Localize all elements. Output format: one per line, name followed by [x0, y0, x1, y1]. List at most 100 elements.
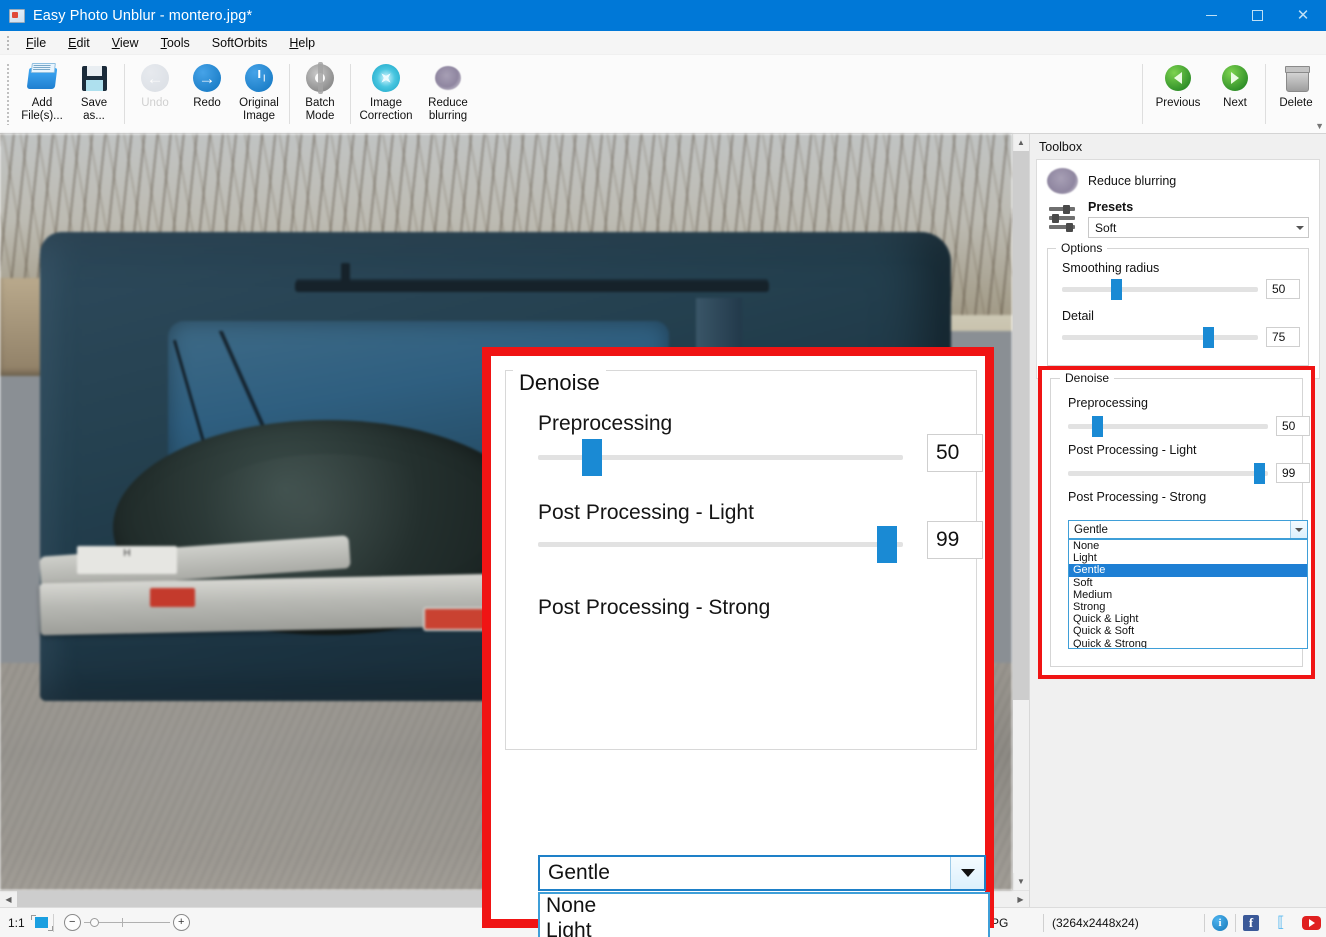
list-item[interactable]: None — [1069, 540, 1307, 552]
magnifier-strong-combobox[interactable]: Gentle — [538, 855, 986, 891]
toolbox-panel: Toolbox Reduce blurring Presets Soft — [1029, 134, 1326, 907]
list-item[interactable]: Quick & Light — [1069, 613, 1307, 625]
add-files-label: Add File(s)... — [21, 97, 63, 123]
denoise-post-light-slider[interactable] — [1068, 471, 1268, 476]
toolbar-separator-3 — [350, 64, 351, 124]
toolbar-group-navigation: Previous Next Delete — [1138, 55, 1322, 133]
denoise-strong-value: Gentle — [1069, 524, 1108, 536]
list-item[interactable]: Light — [1069, 552, 1307, 564]
maximize-button[interactable] — [1234, 0, 1280, 31]
list-item[interactable]: None — [540, 894, 988, 919]
denoise-strong-chevron-down-icon[interactable] — [1290, 521, 1307, 538]
save-as-icon — [78, 62, 110, 94]
batch-mode-button[interactable]: Batch Mode — [294, 55, 346, 133]
tool-name-label: Reduce blurring — [1088, 174, 1176, 188]
save-as-label: Save as... — [81, 97, 107, 123]
minimize-button[interactable] — [1188, 0, 1234, 31]
menu-help[interactable]: Help — [278, 33, 326, 53]
image-correction-label: Image Correction — [359, 97, 412, 123]
toolbar-group-batch: Batch Mode — [294, 55, 346, 133]
title-bar: Easy Photo Unblur - montero.jpg* ✕ — [0, 0, 1326, 31]
denoise-preprocessing-value[interactable]: 50 — [1276, 416, 1310, 436]
next-button[interactable]: Next — [1209, 55, 1261, 133]
magnifier-post-light-value[interactable]: 99 — [927, 521, 983, 559]
detail-thumb[interactable] — [1203, 327, 1214, 348]
magnifier-preprocessing-value[interactable]: 50 — [927, 434, 983, 472]
smoothing-radius-label: Smoothing radius — [1062, 261, 1300, 275]
scroll-down-arrow-icon[interactable]: ▼ — [1013, 873, 1029, 890]
menu-view[interactable]: View — [101, 33, 150, 53]
presets-chevron-down-icon[interactable] — [1296, 218, 1304, 237]
detail-row: 75 — [1056, 327, 1300, 347]
facebook-icon[interactable]: f — [1236, 915, 1266, 931]
denoise-preprocessing-slider[interactable] — [1068, 424, 1268, 429]
blur-circle-icon — [1047, 168, 1078, 194]
smoothing-radius-value[interactable]: 50 — [1266, 279, 1300, 299]
undo-button[interactable]: ← Undo — [129, 55, 181, 133]
twitter-icon[interactable]: ⟦ — [1266, 915, 1296, 930]
magnifier-preprocessing-label: Preprocessing — [538, 412, 672, 436]
denoise-post-strong-label: Post Processing - Strong — [1068, 490, 1206, 504]
original-image-button[interactable]: Original Image — [233, 55, 285, 133]
zoom-in-button[interactable]: + — [173, 914, 190, 931]
vscroll-track[interactable] — [1013, 151, 1029, 873]
previous-button[interactable]: Previous — [1147, 55, 1209, 133]
menu-file[interactable]: File — [15, 33, 57, 53]
menu-bar: File Edit View Tools SoftOrbits Help — [0, 31, 1326, 55]
zoom-slider-track[interactable] — [84, 922, 170, 923]
canvas-vertical-scrollbar[interactable]: ▲ ▼ — [1012, 134, 1029, 890]
original-image-icon — [243, 62, 275, 94]
magnifier-post-strong-label: Post Processing - Strong — [538, 596, 770, 620]
scroll-right-arrow-icon[interactable]: ▶ — [1012, 891, 1029, 907]
detail-slider[interactable] — [1062, 335, 1258, 340]
denoise-preprocessing-thumb[interactable] — [1092, 416, 1103, 437]
redo-button[interactable]: → Redo — [181, 55, 233, 133]
menu-tools[interactable]: Tools — [150, 33, 201, 53]
save-as-button[interactable]: Save as... — [68, 55, 120, 133]
vscroll-thumb[interactable] — [1013, 151, 1029, 700]
magnifier-strong-chevron-down-icon[interactable] — [950, 857, 984, 889]
list-item[interactable]: Quick & Strong — [1069, 638, 1307, 650]
magnifier-strong-option-list[interactable]: None Light Gentle Soft Medium Strong Qui… — [538, 892, 990, 937]
magnifier-preprocessing-thumb[interactable] — [582, 439, 602, 476]
magnifier-denoise-legend: Denoise — [513, 370, 606, 396]
list-item[interactable]: Quick & Soft — [1069, 625, 1307, 637]
presets-combobox[interactable]: Soft — [1088, 217, 1309, 238]
magnifier-preprocessing-slider[interactable] — [538, 455, 903, 460]
list-item[interactable]: Strong — [1069, 601, 1307, 613]
undo-label: Undo — [141, 97, 169, 110]
list-item[interactable]: Light — [540, 919, 988, 937]
scroll-up-arrow-icon[interactable]: ▲ — [1013, 134, 1029, 151]
fit-to-window-icon[interactable] — [31, 915, 53, 931]
menu-softorbits[interactable]: SoftOrbits — [201, 33, 279, 53]
detail-value[interactable]: 75 — [1266, 327, 1300, 347]
close-button[interactable]: ✕ — [1280, 0, 1326, 31]
smoothing-radius-thumb[interactable] — [1111, 279, 1122, 300]
reduce-blurring-button[interactable]: Reduce blurring — [417, 55, 479, 133]
zoom-out-button[interactable]: − — [64, 914, 81, 931]
magnifier-post-light-slider[interactable] — [538, 542, 903, 547]
smoothing-radius-slider[interactable] — [1062, 287, 1258, 292]
youtube-icon[interactable] — [1296, 916, 1326, 930]
denoise-post-light-thumb[interactable] — [1254, 463, 1265, 484]
scroll-left-arrow-icon[interactable]: ◀ — [0, 891, 17, 907]
magnifier-post-light-thumb[interactable] — [877, 526, 897, 563]
menu-edit[interactable]: Edit — [57, 33, 101, 53]
list-item[interactable]: Gentle — [1069, 564, 1307, 576]
list-item[interactable]: Medium — [1069, 589, 1307, 601]
zoom-slider-thumb[interactable] — [90, 918, 99, 927]
denoise-post-light-value[interactable]: 99 — [1276, 463, 1310, 483]
denoise-strong-option-list[interactable]: None Light Gentle Soft Medium Strong Qui… — [1068, 539, 1308, 649]
presets-value: Soft — [1089, 221, 1116, 235]
delete-button[interactable]: Delete — [1270, 55, 1322, 133]
image-correction-button[interactable]: Image Correction — [355, 55, 417, 133]
toolbar-grip — [6, 63, 10, 125]
list-item[interactable]: Soft — [1069, 577, 1307, 589]
denoise-post-light-label: Post Processing - Light — [1068, 443, 1197, 457]
denoise-strong-combobox[interactable]: Gentle — [1068, 520, 1308, 539]
add-files-button[interactable]: Add File(s)... — [16, 55, 68, 133]
batch-mode-label: Batch Mode — [305, 97, 334, 123]
toolbar-group-history: ← Undo → Redo Original Image — [129, 55, 285, 133]
info-icon[interactable]: i — [1205, 915, 1235, 931]
options-legend: Options — [1056, 241, 1107, 255]
